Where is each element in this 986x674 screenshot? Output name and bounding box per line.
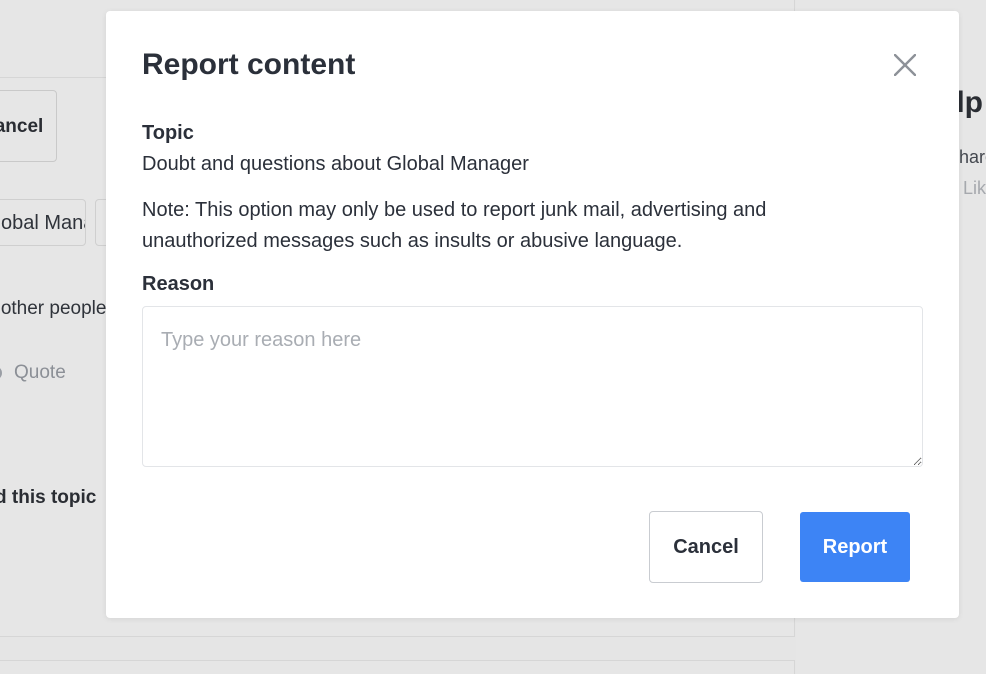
reason-label: Reason — [142, 273, 215, 295]
close-button[interactable] — [889, 49, 921, 81]
page: Cancel Global Manager and 2 other people… — [0, 0, 986, 674]
background-tag-chip: Global Manager — [0, 199, 86, 246]
topic-label: Topic — [142, 122, 194, 144]
quote-icon — [0, 366, 2, 380]
background-quote-label: Quote — [14, 362, 66, 383]
background-people-text: and 2 other people — [0, 298, 107, 319]
topic-value: Doubt and questions about Global Manager — [142, 153, 529, 175]
reason-textarea[interactable] — [142, 306, 923, 467]
background-like-text: Like — [963, 178, 986, 198]
background-panel-bottom — [0, 660, 795, 674]
dialog-title: Report content — [142, 48, 356, 81]
close-icon — [894, 54, 916, 76]
report-note: Note: This option may only be used to re… — [142, 199, 767, 252]
report-content-dialog: Report content Topic Doubt and questions… — [106, 11, 959, 618]
background-quote-action: Quote — [0, 362, 66, 384]
report-button[interactable]: Report — [800, 512, 910, 582]
cancel-button[interactable]: Cancel — [649, 511, 763, 583]
background-cancel-button: Cancel — [0, 90, 57, 162]
background-topic-prompt: Did this topic — [0, 487, 97, 508]
